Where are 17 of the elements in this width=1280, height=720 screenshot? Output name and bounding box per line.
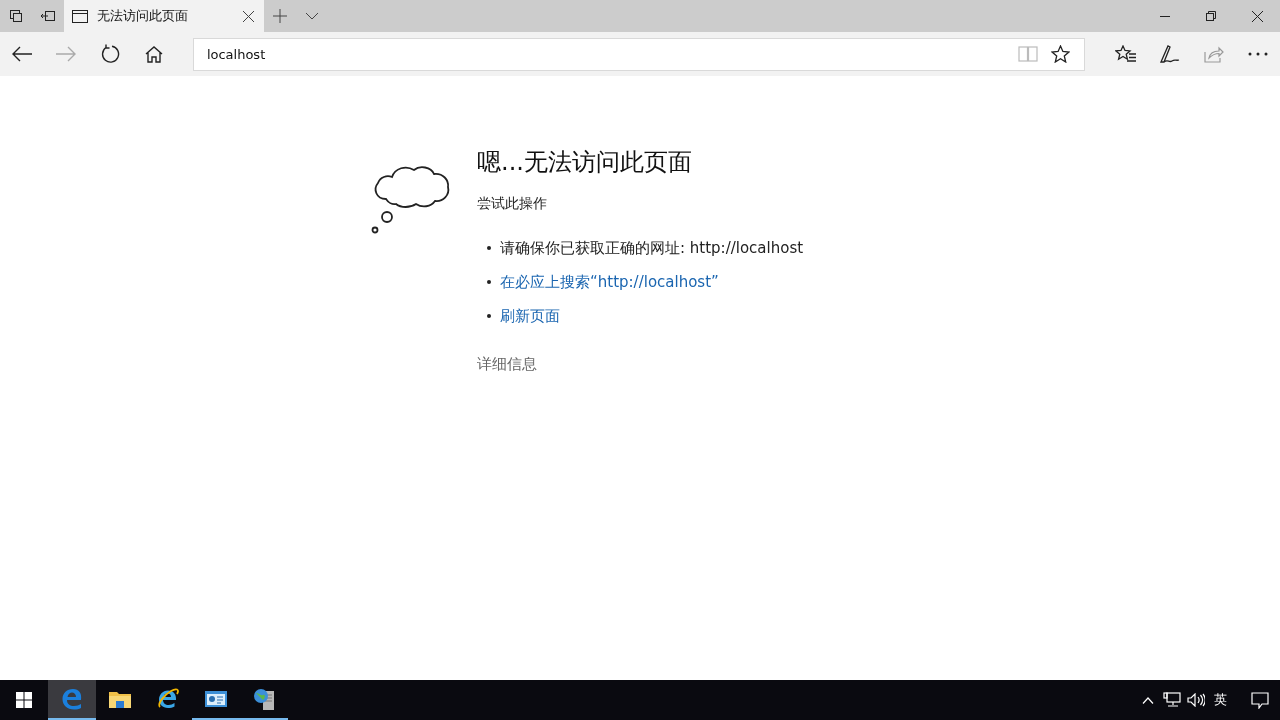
bullet-icon bbox=[487, 246, 491, 250]
bullet-icon bbox=[487, 314, 491, 318]
page-icon bbox=[72, 9, 88, 23]
tab-title: 无法访问此页面 bbox=[97, 7, 189, 25]
browser-tab[interactable]: 无法访问此页面 bbox=[64, 0, 264, 32]
address-field[interactable]: localhost bbox=[192, 37, 1086, 71]
suggestion-link[interactable]: 在必应上搜索“http://localhost” bbox=[500, 272, 719, 292]
bullet-icon bbox=[487, 280, 491, 284]
suggestion-text: 请确保你已获取正确的网址: http://localhost bbox=[500, 238, 804, 258]
details-link[interactable]: 详细信息 bbox=[477, 355, 804, 374]
suggestion-heading: 尝试此操作 bbox=[477, 195, 548, 213]
e-logo-icon[interactable] bbox=[48, 680, 96, 720]
close-icon[interactable] bbox=[243, 10, 254, 22]
error-heading: 嗯...无法访问此页面 bbox=[477, 147, 693, 177]
suggestion-link[interactable]: 刷新页面 bbox=[500, 306, 560, 326]
language-indicator[interactable]: 英 bbox=[1208, 691, 1232, 709]
url-text: localhost bbox=[206, 46, 267, 62]
